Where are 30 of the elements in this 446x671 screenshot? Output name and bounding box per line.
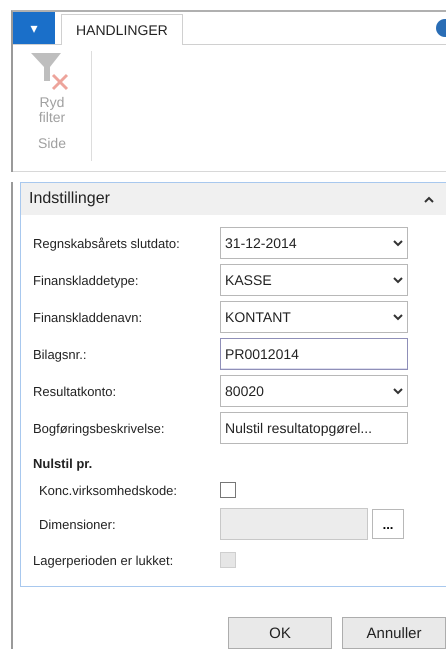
field-label: Bogføringsbeskrivelse: — [32, 420, 166, 436]
checkbox[interactable] — [220, 482, 236, 498]
field-label: Bilagsnr.: — [32, 346, 88, 362]
chevron-down-icon[interactable] — [393, 314, 403, 320]
cancel-button[interactable]: Annuller — [342, 617, 446, 649]
menu-button[interactable]: ▾ — [13, 12, 55, 44]
input-field[interactable]: Nulstil resultatopgørel... — [220, 412, 408, 444]
dropdown-field[interactable]: KONTANT — [220, 301, 408, 333]
field-label: Resultatkonto: — [32, 384, 118, 398]
section-heading: Nulstil pr. — [32, 455, 94, 471]
field-label: Lagerperioden er lukket: — [32, 552, 174, 568]
input-field[interactable] — [220, 508, 368, 540]
dropdown-field[interactable]: 31-12-2014 — [220, 227, 408, 259]
field-label: Finanskladdetype: — [32, 272, 140, 288]
field-label: Konc.virksomhedskode: — [38, 482, 178, 498]
panel-title: Indstillinger — [29, 190, 110, 208]
chevron-down-icon[interactable] — [393, 388, 403, 394]
chevron-down-icon[interactable] — [393, 276, 403, 284]
lookup-button[interactable]: ... — [372, 509, 404, 539]
collapse-icon[interactable] — [424, 196, 434, 202]
group-label: Side — [38, 135, 66, 151]
chevron-down-icon[interactable] — [393, 240, 403, 246]
input-field[interactable]: PR0012014 — [220, 338, 408, 370]
field-label: Regnskabsårets slutdato: — [32, 236, 181, 250]
field-label: Dimensioner: — [38, 516, 117, 532]
field-label: Finanskladdenavn: — [32, 310, 144, 324]
ribbon-tab[interactable]: HANDLINGER — [61, 14, 183, 45]
dropdown-field[interactable]: 80020 — [220, 375, 408, 407]
ok-button[interactable]: OK — [228, 617, 332, 649]
dropdown-field[interactable]: KASSE — [220, 264, 408, 296]
